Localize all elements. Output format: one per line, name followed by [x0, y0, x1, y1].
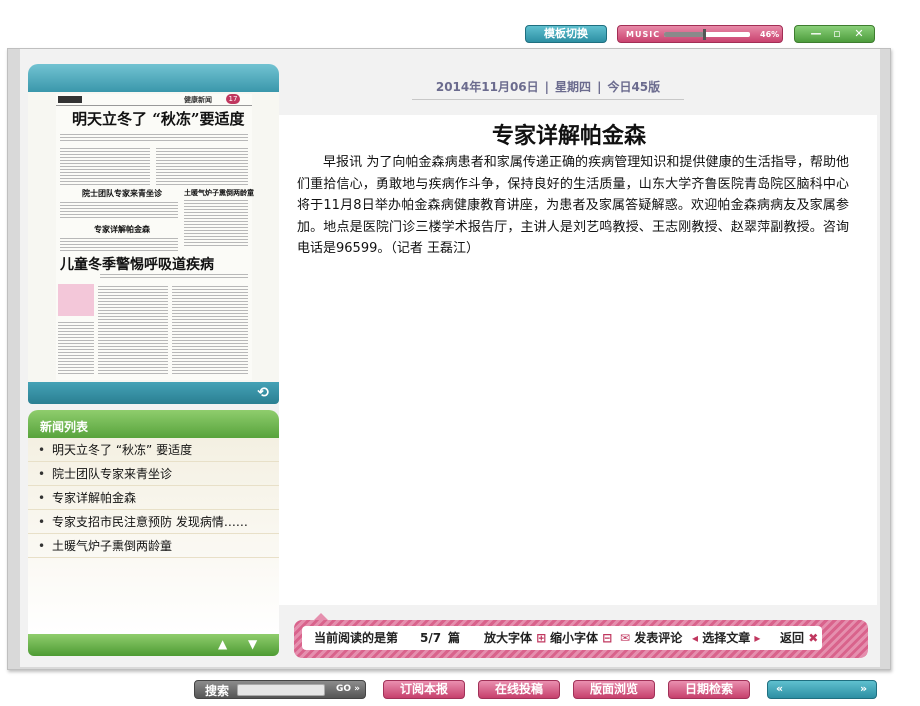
volume-fill: [664, 32, 704, 37]
back-label: 返回: [780, 631, 805, 645]
mail-icon: ✉: [620, 631, 631, 645]
music-label: MUSIC: [626, 30, 661, 39]
thumb-photo: [58, 284, 94, 316]
news-list-item[interactable]: • 明天立冬了 “秋冻” 要适度: [28, 438, 279, 462]
thumb-headline: 院士团队专家来青坐诊: [82, 188, 162, 198]
reading-toolbar: 当前阅读的是第 5/7 篇 放大字体 ⊞ 缩小字体 ⊟ ✉ 发表评论 ◂ 选择文…: [294, 613, 868, 658]
close-icon: ✖: [808, 631, 819, 645]
news-list-item-label: 土暖气炉子熏倒两龄童: [52, 539, 173, 553]
music-control: MUSIC 46%: [617, 25, 783, 43]
page-nav: « »: [767, 680, 877, 699]
date-search-button[interactable]: 日期检索: [668, 680, 750, 699]
select-article-button[interactable]: ◂ 选择文章 ▸: [692, 626, 760, 650]
back-button[interactable]: 返回 ✖: [780, 626, 818, 650]
search-input[interactable]: [237, 684, 325, 696]
thumb-text-block: [60, 200, 178, 220]
news-list-item-label: 专家详解帕金森: [52, 491, 137, 505]
zoom-out-button[interactable]: 缩小字体 ⊟: [550, 626, 612, 650]
browse-pages-button[interactable]: 版面浏览: [573, 680, 655, 699]
thumb-text-block: [60, 146, 150, 186]
news-list-title: 新闻列表: [28, 410, 279, 438]
scroll-down-icon[interactable]: ▼: [248, 637, 257, 651]
window-controls: — ▫ ✕: [794, 25, 875, 43]
close-icon[interactable]: ✕: [853, 27, 865, 40]
thumb-text-block: [60, 236, 178, 252]
comment-button[interactable]: ✉ 发表评论: [620, 626, 682, 650]
issue-date: 2014年11月06日: [435, 80, 539, 94]
separator: |: [597, 80, 602, 94]
separator: |: [544, 80, 550, 94]
page-number-badge: 17: [226, 94, 240, 104]
news-list-item[interactable]: • 专家详解帕金森: [28, 486, 279, 510]
thumbnail-header: [28, 64, 279, 92]
news-list-item-label: 院士团队专家来青坐诊: [52, 467, 173, 481]
dateline: 2014年11月06日 | 星期四 | 今日45版: [412, 78, 684, 100]
zoom-in-button[interactable]: 放大字体 ⊞: [484, 626, 546, 650]
thumb-subtitle-lines: [60, 132, 248, 142]
issue-weekday: 星期四: [555, 80, 592, 94]
thumb-headline: 儿童冬季警惕呼吸道疾病: [60, 257, 214, 273]
search-label: 搜索: [205, 684, 230, 698]
plus-icon: ⊞: [536, 631, 547, 645]
reading-toolbar-inner: 当前阅读的是第 5/7 篇 放大字体 ⊞ 缩小字体 ⊟ ✉ 发表评论 ◂ 选择文…: [302, 626, 822, 650]
next-page-icon[interactable]: »: [860, 682, 867, 695]
prev-page-icon[interactable]: «: [776, 682, 783, 695]
zoom-out-label: 缩小字体: [550, 631, 599, 645]
news-list-footer: ▲ ▼: [28, 634, 279, 656]
bullet-icon: •: [38, 467, 46, 481]
current-reading-value: 5/7: [420, 631, 442, 645]
current-reading-unit: 篇: [448, 631, 461, 645]
bullet-icon: •: [38, 491, 46, 505]
thumb-headline: 土暖气炉子熏倒两龄童: [184, 188, 254, 197]
thumb-text-block: [184, 198, 248, 248]
chevron-left-icon: ◂: [692, 631, 699, 645]
news-list-item-label: 专家支招市民注意预防 发现病情……: [52, 515, 248, 529]
thumb-text-block: [172, 284, 248, 374]
select-article-label: 选择文章: [702, 631, 751, 645]
masthead-section: 健康新闻: [184, 96, 212, 104]
epaper-app: 模板切换 MUSIC 46% — ▫ ✕ 健康新闻 17 明天立冬了 “秋冻”要…: [0, 0, 920, 706]
toolbar-pointer: [314, 613, 328, 620]
article-title: 专家详解帕金森: [491, 123, 646, 149]
minimize-icon[interactable]: —: [810, 27, 822, 40]
news-list-item[interactable]: • 院士团队专家来青坐诊: [28, 462, 279, 486]
news-list-item[interactable]: • 专家支招市民注意预防 发现病情……: [28, 510, 279, 534]
article-body: 早报讯 为了向帕金森病患者和家属传递正确的疾病管理知识和提供健康的生活指导，帮助…: [297, 155, 849, 256]
news-list-item-label: 明天立冬了 “秋冻” 要适度: [52, 443, 193, 457]
news-list: • 明天立冬了 “秋冻” 要适度 • 院士团队专家来青坐诊 • 专家详解帕金森 • 专家支招市…: [28, 438, 279, 634]
go-button[interactable]: GO »: [336, 684, 360, 694]
template-switch-button[interactable]: 模板切换: [525, 25, 607, 43]
thumbnail-footer: ⟲: [28, 382, 279, 404]
comment-label: 发表评论: [634, 631, 683, 645]
music-volume-slider[interactable]: [664, 29, 750, 40]
scroll-up-icon[interactable]: ▲: [218, 637, 227, 651]
masthead: 健康新闻 17: [56, 94, 252, 106]
zoom-in-label: 放大字体: [484, 631, 533, 645]
thumb-text-block: [156, 146, 248, 186]
minus-icon: ⊟: [602, 631, 613, 645]
search-bar: 搜索 GO »: [194, 680, 366, 699]
subscribe-button[interactable]: 订阅本报: [383, 680, 465, 699]
issue-edition: 今日45版: [607, 80, 661, 94]
chevron-right-icon: ▸: [754, 631, 761, 645]
thumb-text-block: [98, 284, 168, 374]
news-list-item[interactable]: • 土暖气炉子熏倒两龄童: [28, 534, 279, 558]
bullet-icon: •: [38, 539, 46, 553]
thumb-headline: 明天立冬了 “秋冻”要适度: [72, 110, 245, 128]
refresh-icon[interactable]: ⟲: [257, 385, 269, 401]
maximize-icon[interactable]: ▫: [831, 27, 843, 40]
thumb-text-block: [58, 320, 94, 374]
newspaper-page-image[interactable]: 健康新闻 17 明天立冬了 “秋冻”要适度 院士团队专家来青坐诊 土暖气炉子熏倒…: [56, 94, 254, 380]
page-thumbnail[interactable]: 健康新闻 17 明天立冬了 “秋冻”要适度 院士团队专家来青坐诊 土暖气炉子熏倒…: [28, 92, 279, 382]
masthead-logo: [58, 96, 82, 103]
bullet-icon: •: [38, 443, 46, 457]
current-reading-label: 当前阅读的是第: [314, 631, 399, 645]
bullet-icon: •: [38, 515, 46, 529]
music-volume-value: 46%: [760, 30, 780, 39]
thumb-headline: 专家详解帕金森: [94, 224, 150, 234]
go-label: GO: [336, 684, 352, 694]
volume-knob[interactable]: [702, 29, 706, 40]
thumb-subtitle-lines: [100, 272, 248, 278]
submit-article-button[interactable]: 在线投稿: [478, 680, 560, 699]
